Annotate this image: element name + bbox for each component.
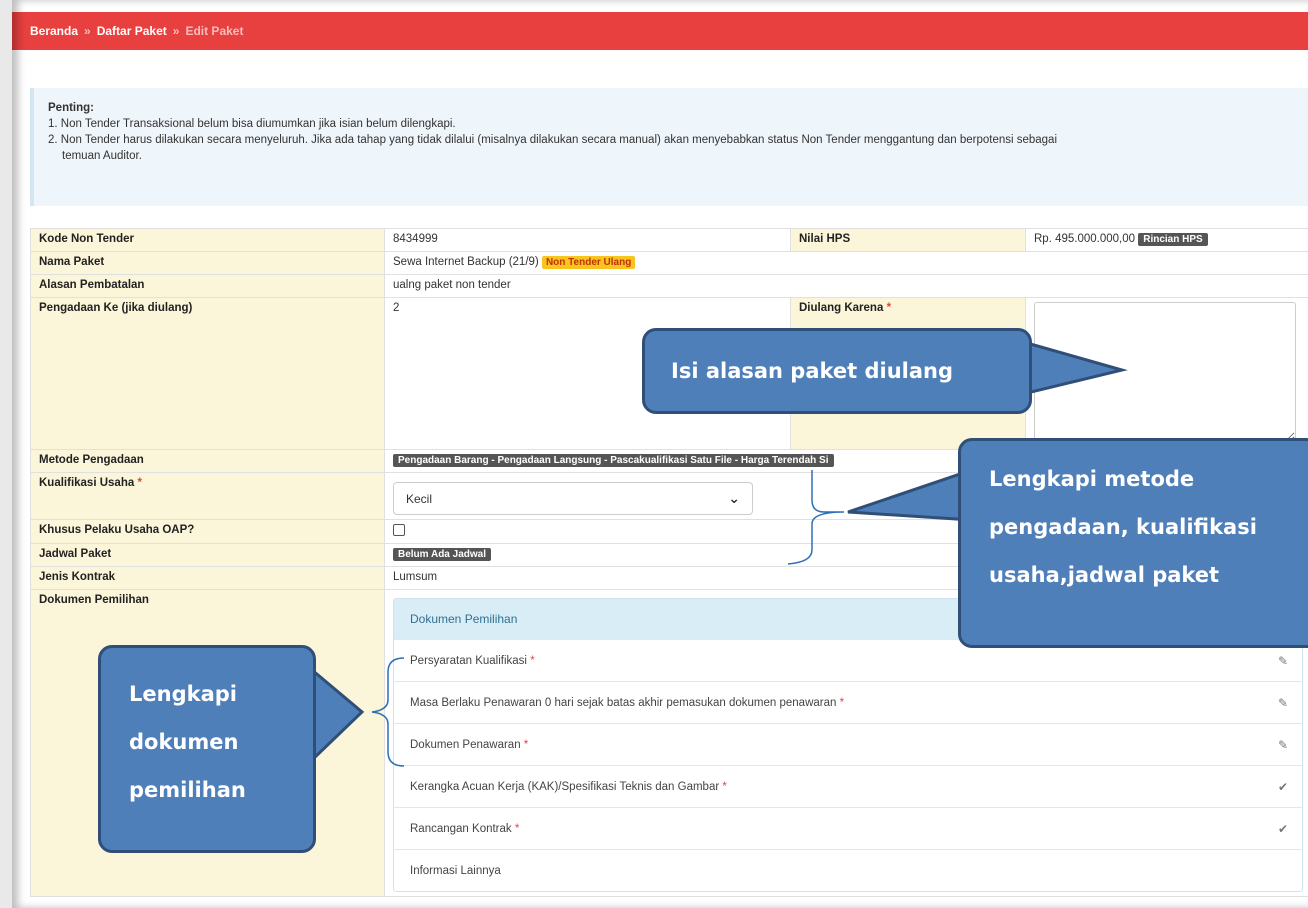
doc-item-label: Kerangka Acuan Kerja (KAK)/Spesifikasi T…	[410, 780, 720, 793]
row-kode: Kode Non Tender 8434999 Nilai HPS Rp. 49…	[30, 228, 1308, 252]
metode-label: Metode Pengadaan	[30, 449, 385, 473]
breadcrumb-current: Edit Paket	[185, 24, 244, 38]
kode-value: 8434999	[384, 228, 791, 252]
important-notice: Penting: 1. Non Tender Transaksional bel…	[30, 88, 1308, 206]
doc-item-label: Persyaratan Kualifikasi	[410, 654, 527, 667]
metode-badge: Pengadaan Barang - Pengadaan Langsung - …	[393, 454, 834, 467]
doc-item-label: Informasi Lainnya	[410, 864, 501, 877]
oap-checkbox[interactable]	[393, 524, 405, 536]
diulang-label: Diulang Karena	[799, 302, 884, 314]
breadcrumb: Beranda » Daftar Paket » Edit Paket	[12, 12, 1308, 50]
jadwal-label: Jadwal Paket	[30, 543, 385, 567]
doc-item-kak[interactable]: Kerangka Acuan Kerja (KAK)/Spesifikasi T…	[394, 765, 1302, 807]
doc-item-rancangan-kontrak[interactable]: Rancangan Kontrak * ✔	[394, 807, 1302, 849]
row-nama: Nama Paket Sewa Internet Backup (21/9) N…	[30, 251, 1308, 275]
required-mark: *	[137, 477, 142, 489]
alasan-label: Alasan Pembatalan	[30, 274, 385, 298]
required-mark: *	[722, 780, 727, 793]
edit-icon[interactable]: ✎	[1278, 654, 1288, 668]
jadwal-button[interactable]: Belum Ada Jadwal	[393, 548, 491, 561]
breadcrumb-separator: »	[172, 24, 180, 38]
notice-title: Penting:	[48, 102, 94, 114]
check-icon: ✔	[1277, 821, 1288, 836]
diulang-cell	[1025, 297, 1308, 450]
breadcrumb-list-link[interactable]: Daftar Paket	[97, 24, 167, 38]
nama-label: Nama Paket	[30, 251, 385, 275]
rincian-hps-button[interactable]: Rincian HPS	[1138, 233, 1208, 246]
callout-diulang-text: Isi alasan paket diulang	[671, 359, 954, 383]
callout-metode-line-3: usaha,jadwal paket	[989, 563, 1220, 587]
edit-icon[interactable]: ✎	[1278, 696, 1288, 710]
kualifikasi-label: Kualifikasi Usaha	[39, 477, 135, 489]
callout-dokumen-line-3: pemilihan	[129, 778, 246, 802]
callout-dokumen-line-2: dokumen	[129, 730, 239, 754]
kontrak-label: Jenis Kontrak	[30, 566, 385, 590]
breadcrumb-home-link[interactable]: Beranda	[30, 24, 78, 38]
required-mark: *	[523, 738, 529, 751]
notice-line-1: 1. Non Tender Transaksional belum bisa d…	[48, 118, 456, 130]
required-mark: *	[530, 654, 535, 667]
doc-item-informasi-lainnya[interactable]: Informasi Lainnya	[394, 849, 1302, 891]
app-frame: Beranda » Daftar Paket » Edit Paket Pent…	[0, 0, 1308, 908]
doc-item-label: Rancangan Kontrak	[410, 822, 512, 835]
kode-label: Kode Non Tender	[30, 228, 385, 252]
edit-icon[interactable]: ✎	[1278, 738, 1288, 752]
oap-label: Khusus Pelaku Usaha OAP?	[30, 519, 385, 544]
check-icon: ✔	[1277, 779, 1288, 794]
nama-value: Sewa Internet Backup (21/9)	[393, 256, 539, 268]
callout-metode: Lengkapi metode pengadaan, kualifikasi u…	[958, 438, 1308, 648]
required-mark: *	[514, 822, 520, 835]
breadcrumb-separator: »	[84, 24, 91, 38]
callout-dokumen-line-1: Lengkapi	[129, 682, 237, 706]
nama-cell: Sewa Internet Backup (21/9) Non Tender U…	[384, 251, 1308, 275]
diulang-karena-textarea[interactable]	[1034, 302, 1296, 442]
callout-diulang: Isi alasan paket diulang	[642, 328, 1032, 414]
alasan-value: ualng paket non tender	[384, 274, 1308, 298]
doc-item-label: Masa Berlaku Penawaran 0 hari sejak bata…	[410, 696, 837, 709]
hps-cell: Rp. 495.000.000,00 Rincian HPS	[1025, 228, 1308, 252]
doc-item-label: Dokumen Penawaran	[410, 738, 521, 751]
required-mark: *	[839, 696, 845, 709]
callout-metode-line-2: pengadaan, kualifikasi	[989, 515, 1257, 539]
doc-item-masa-berlaku[interactable]: Masa Berlaku Penawaran 0 hari sejak bata…	[394, 681, 1302, 723]
kualifikasi-selected-value: Kecil	[406, 491, 433, 506]
row-alasan: Alasan Pembatalan ualng paket non tender	[30, 274, 1308, 298]
kualifikasi-select[interactable]: Kecil ⌄	[393, 482, 753, 515]
doc-item-dokumen-penawaran[interactable]: Dokumen Penawaran * ✎	[394, 723, 1302, 765]
pengadaan-ke-label: Pengadaan Ke (jika diulang)	[30, 297, 385, 450]
required-mark: *	[886, 302, 892, 314]
notice-line-2b: temuan Auditor.	[62, 150, 142, 162]
kualifikasi-label-cell: Kualifikasi Usaha *	[30, 472, 385, 520]
notice-line-2: 2. Non Tender harus dilakukan secara men…	[48, 134, 1058, 146]
callout-metode-line-1: Lengkapi metode	[989, 467, 1195, 491]
callout-dokumen: Lengkapi dokumen pemilihan	[98, 645, 316, 853]
hps-label: Nilai HPS	[790, 228, 1026, 252]
hps-value: Rp. 495.000.000,00	[1034, 233, 1136, 245]
chevron-down-icon: ⌄	[728, 490, 740, 506]
non-tender-ulang-badge: Non Tender Ulang	[541, 256, 636, 269]
